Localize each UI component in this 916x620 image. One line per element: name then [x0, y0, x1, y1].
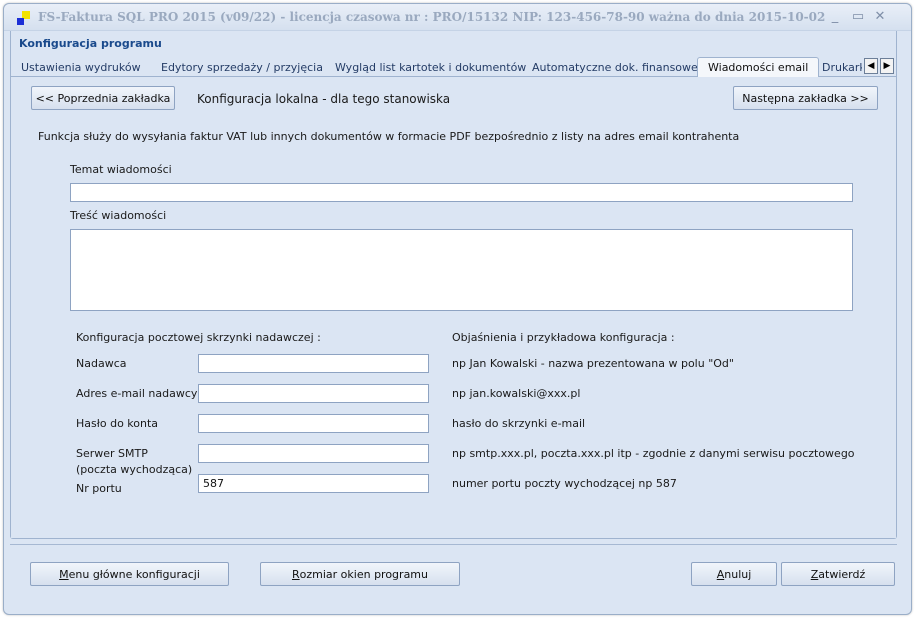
tab-email-messages[interactable]: Wiadomości email — [697, 57, 820, 78]
tab-printers[interactable]: Drukarki — [822, 61, 862, 77]
body-label: Treść wiadomości — [70, 209, 167, 222]
window-title: FS-Faktura SQL PRO 2015 (v09/22) - licen… — [38, 10, 828, 24]
smtp-label: Serwer SMTP — [76, 447, 148, 460]
email-tab-page: << Poprzednia zakładka Konfiguracja loka… — [11, 77, 896, 538]
password-input[interactable] — [198, 414, 429, 433]
subject-label: Temat wiadomości — [70, 163, 172, 176]
port-input[interactable] — [198, 474, 429, 493]
prev-tab-button[interactable]: << Poprzednia zakładka — [31, 86, 175, 110]
next-tab-button[interactable]: Następna zakładka >> — [733, 86, 878, 110]
tab-list-appearance[interactable]: Wygląd list kartotek i dokumentów — [335, 61, 526, 77]
sender-email-hint: np jan.kowalski@xxx.pl — [452, 387, 581, 400]
close-icon[interactable]: ✕ — [871, 9, 889, 25]
app-logo-icon — [16, 10, 32, 26]
tab-sales-editors[interactable]: Edytory sprzedaży / przyjęcia — [161, 61, 323, 77]
subject-input[interactable] — [70, 183, 853, 202]
description-text: Funkcja służy do wysyłania faktur VAT lu… — [38, 130, 740, 143]
mailbox-header: Konfiguracja pocztowej skrzynki nadawcze… — [76, 331, 321, 344]
password-hint: hasło do skrzynki e-mail — [452, 417, 586, 430]
main-menu-button[interactable]: Menu główne konfiguracji — [30, 562, 229, 586]
footer-divider — [10, 544, 897, 545]
port-hint: numer portu poczty wychodzącej np 587 — [452, 477, 677, 490]
maximize-icon[interactable]: ▭ — [849, 9, 867, 25]
sender-input[interactable] — [198, 354, 429, 373]
port-label: Nr portu — [76, 482, 122, 495]
sender-hint: np Jan Kowalski - nazwa prezentowana w p… — [452, 357, 734, 370]
tab-strip: Ustawienia wydruków Edytory sprzedaży / … — [11, 57, 896, 78]
password-label: Hasło do konta — [76, 417, 159, 430]
title-bar[interactable]: FS-Faktura SQL PRO 2015 (v09/22) - licen… — [4, 4, 911, 31]
config-panel: Konfiguracja programu Ustawienia wydrukó… — [10, 31, 897, 539]
tab-scroll-right-icon[interactable]: ▶ — [880, 58, 894, 74]
explain-header: Objaśnienia i przykładowa konfiguracja : — [452, 331, 675, 344]
smtp-label-sub: (poczta wychodząca) — [76, 463, 193, 476]
sender-email-input[interactable] — [198, 384, 429, 403]
panel-title: Konfiguracja programu — [19, 37, 162, 50]
confirm-button[interactable]: Zatwierdź — [781, 562, 895, 586]
smtp-input[interactable] — [198, 444, 429, 463]
window-size-button[interactable]: Rozmiar okien programu — [260, 562, 460, 586]
smtp-hint: np smtp.xxx.pl, poczta.xxx.pl itp - zgod… — [452, 447, 855, 460]
sender-email-label: Adres e-mail nadawcy — [76, 387, 198, 400]
tab-scroll-left-icon[interactable]: ◀ — [864, 58, 878, 74]
app-window: FS-Faktura SQL PRO 2015 (v09/22) - licen… — [3, 3, 912, 615]
sender-label: Nadawca — [76, 357, 127, 370]
minimize-icon[interactable]: _ — [826, 9, 844, 25]
tab-auto-finance-docs[interactable]: Automatyczne dok. finansowe — [532, 61, 698, 77]
tab-print-settings[interactable]: Ustawienia wydruków — [21, 61, 141, 77]
body-textarea[interactable] — [70, 229, 853, 311]
cancel-button[interactable]: Anuluj — [691, 562, 777, 586]
local-config-label: Konfiguracja lokalna - dla tego stanowis… — [197, 92, 451, 106]
